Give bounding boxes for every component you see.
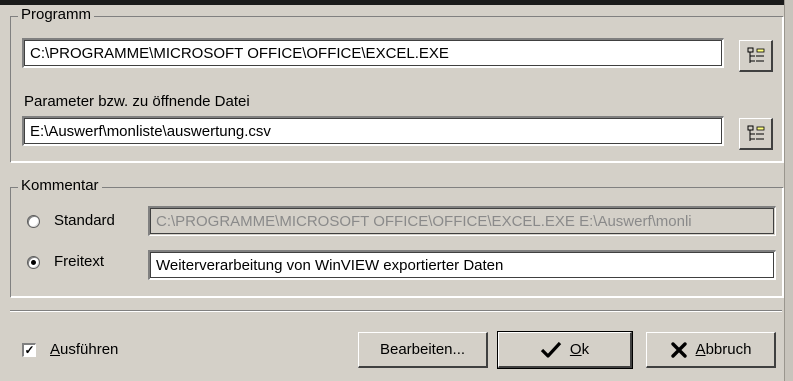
ok-button[interactable]: Ok [497,331,633,369]
ok-label: Ok [569,341,590,358]
browse-parameter-button[interactable] [739,118,773,150]
abbruch-button[interactable]: Abbruch [646,332,776,368]
x-icon [670,341,687,358]
kommentar-group: Kommentar [10,178,783,297]
window-right-edge [784,0,793,381]
footer-separator [10,310,782,312]
program-path-field[interactable]: C:\PROGRAMME\MICROSOFT OFFICE\OFFICE\EXC… [22,38,724,68]
folder-tree-icon [747,125,764,141]
freitext-comment-field[interactable]: Weiterverarbeitung von WinVIEW exportier… [148,250,776,280]
window-top-edge [0,0,793,5]
standard-comment-field: C:\PROGRAMME\MICROSOFT OFFICE\OFFICE\EXC… [148,206,776,236]
standard-label[interactable]: Standard [54,212,115,230]
bearbeiten-label: Bearbeiten... [379,341,466,358]
checkmark-icon [540,341,562,358]
freitext-label[interactable]: Freitext [54,253,104,271]
bearbeiten-button[interactable]: Bearbeiten... [358,332,488,368]
ausfuehren-label[interactable]: Ausführen [50,341,118,359]
programm-legend: Programm [18,7,95,23]
browse-program-button[interactable] [739,40,773,72]
radio-selected-dot [31,260,36,265]
kommentar-legend: Kommentar [18,178,102,194]
folder-tree-icon [747,47,764,63]
abbruch-label: Abbruch [695,341,752,358]
freitext-radio[interactable] [27,256,40,269]
parameter-label: Parameter bzw. zu öffnende Datei [24,93,250,110]
standard-radio[interactable] [27,215,40,228]
parameter-field[interactable]: E:\Auswerf\monliste\auswertung.csv [22,116,724,146]
ausfuehren-checkbox[interactable]: ✓ [22,343,36,357]
